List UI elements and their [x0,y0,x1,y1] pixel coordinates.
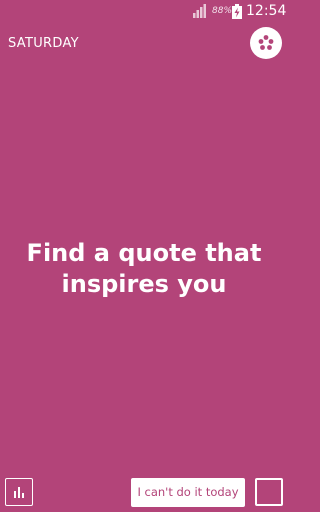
app-screen: 88% 12:54 SATURDAY Find a quote that ins… [0,0,288,512]
signal-icon [193,4,206,18]
bar-chart-icon [14,487,24,498]
empty-checkbox-icon[interactable] [255,478,283,506]
day-label: SATURDAY [8,36,79,51]
stats-button[interactable] [5,478,33,506]
cant-do-it-today-button[interactable]: I can't do it today [131,478,245,507]
battery-percent: 88% [212,6,233,16]
dots-menu-icon [258,35,274,50]
menu-button[interactable] [250,27,282,59]
status-bar: 88% 12:54 [0,0,288,24]
quote-text: Find a quote that inspires you [26,239,262,298]
battery-charging-icon [232,4,242,19]
status-clock: 12:54 [246,3,287,19]
